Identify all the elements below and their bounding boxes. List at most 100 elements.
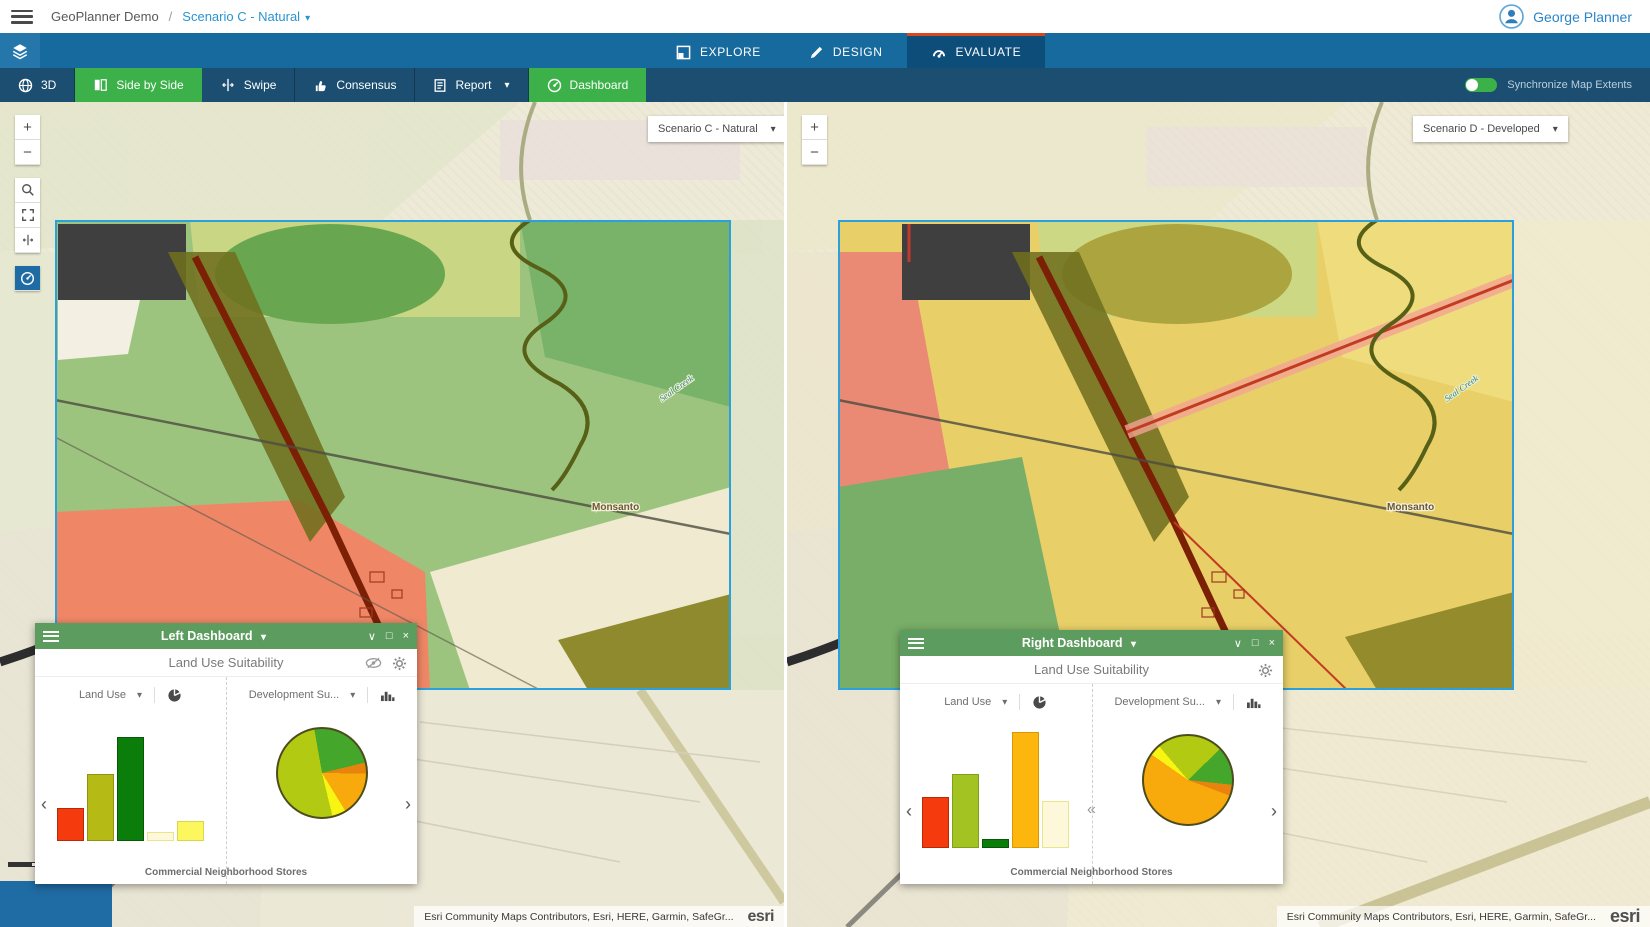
left-map-controls: + − [15, 115, 40, 291]
expand-arrows-icon [21, 208, 35, 222]
user-menu[interactable]: George Planner [1499, 0, 1632, 33]
widget-title-row: Land Use Suitability [900, 656, 1283, 684]
chevron-down-icon: ▾ [350, 690, 355, 701]
close-icon[interactable]: × [1269, 637, 1275, 650]
top-header: GeoPlanner Demo / Scenario C - Natural▾ … [0, 0, 1650, 33]
land-use-chart-panel: Land Use ▾ [900, 684, 1092, 884]
chart-type-selector[interactable]: Development Su... ▾ [249, 689, 356, 701]
search-icon [21, 183, 35, 197]
hand-icon [313, 78, 328, 93]
search-button[interactable] [15, 178, 40, 203]
layers-button[interactable] [0, 33, 40, 68]
right-map-attribution: Esri Community Maps Contributors, Esri, … [1277, 906, 1650, 927]
carousel-prev-arrow[interactable]: ‹ [41, 795, 47, 813]
development-suitability-chart-panel: Development Su... ▾ [226, 677, 417, 884]
zoom-in-button[interactable]: + [802, 115, 827, 140]
bar-chart-icon[interactable] [380, 689, 395, 702]
window-controls: ∨ □ × [368, 630, 409, 643]
land-use-bar-chart [57, 723, 204, 841]
consensus-button[interactable]: Consensus [295, 68, 415, 102]
primary-navbar: EXPLORE DESIGN EVALUATE [0, 33, 1650, 68]
maximize-icon[interactable]: □ [386, 630, 393, 643]
chevron-down-icon: ▾ [1131, 639, 1136, 650]
side-by-side-icon [93, 78, 108, 92]
maximize-icon[interactable]: □ [1252, 637, 1259, 650]
pencil-icon [809, 45, 824, 60]
swipe-button[interactable]: Swipe [202, 68, 296, 102]
pie-chart-icon[interactable] [1032, 695, 1047, 710]
right-scenario-selector[interactable]: Scenario D - Developed ▾ [1413, 116, 1568, 142]
report-icon [433, 78, 447, 93]
carousel-next-arrow[interactable]: › [1271, 802, 1277, 820]
pie-chart-icon[interactable] [167, 688, 182, 703]
carousel-next-arrow[interactable]: › [405, 795, 411, 813]
sync-toggle[interactable] [1465, 78, 1497, 92]
chart-type-selector[interactable]: Land Use ▾ [79, 689, 142, 701]
widget-title-row: Land Use Suitability [35, 649, 417, 677]
3d-button[interactable]: 3D [0, 68, 75, 102]
dashboard-menu-icon[interactable] [43, 631, 59, 642]
land-use-chart-panel: Land Use ▾ [35, 677, 226, 884]
bar-chart-icon[interactable] [1246, 696, 1261, 709]
scenario-breadcrumb-link[interactable]: Scenario C - Natural▾ [182, 9, 310, 24]
map-place-label: Monsanto [592, 502, 639, 513]
tab-explore[interactable]: EXPLORE [652, 33, 785, 68]
user-avatar-icon [1499, 4, 1524, 29]
user-name: George Planner [1533, 9, 1632, 25]
side-by-side-button[interactable]: Side by Side [75, 68, 201, 102]
left-dashboard-header: Left Dashboard ▾ ∨ □ × [35, 623, 417, 649]
left-map-attribution: Esri Community Maps Contributors, Esri, … [414, 906, 784, 927]
bottom-left-blue-region [0, 881, 112, 927]
development-suitability-pie-chart [1142, 734, 1234, 826]
carousel-prev-arrow[interactable]: ‹ [906, 802, 912, 820]
gear-icon[interactable] [392, 656, 407, 671]
layers-icon [11, 42, 29, 60]
close-icon[interactable]: × [403, 630, 409, 643]
attribution-text: Esri Community Maps Contributors, Esri, … [424, 911, 733, 923]
esri-logo: esri [1610, 906, 1640, 927]
chart-type-selector[interactable]: Land Use ▾ [944, 696, 1007, 708]
dashboard-menu-icon[interactable] [908, 638, 924, 649]
gear-icon[interactable] [1258, 663, 1273, 678]
development-suitability-pie-chart [276, 727, 368, 819]
chevron-down-icon: ▾ [1553, 124, 1558, 135]
dashboard-charts: Land Use ▾ Development Su... ▾ [35, 677, 417, 884]
chevron-down-icon: ▾ [137, 690, 142, 701]
chart-caption: Commercial Neighborhood Stores [900, 867, 1283, 878]
app-title: GeoPlanner Demo [51, 9, 159, 24]
zoom-out-button[interactable]: − [802, 140, 827, 165]
eye-slash-icon[interactable] [365, 657, 382, 669]
chart-type-selector[interactable]: Development Su... ▾ [1114, 696, 1221, 708]
right-dashboard-header: Right Dashboard ▾ ∨ □ × [900, 630, 1283, 656]
globe-icon [18, 78, 33, 93]
tab-design[interactable]: DESIGN [785, 33, 907, 68]
dashboard-title-dropdown[interactable]: Left Dashboard ▾ [59, 629, 368, 643]
development-suitability-chart-panel: Development Su... ▾ [1092, 684, 1284, 884]
chevron-down-icon: ▾ [261, 632, 266, 643]
hamburger-menu-icon[interactable] [11, 10, 33, 24]
widget-title: Land Use Suitability [1034, 662, 1149, 677]
esri-logo: esri [748, 908, 774, 926]
explore-map-icon [676, 45, 691, 60]
right-map-controls: + − [802, 115, 827, 165]
dashboard-button[interactable]: Dashboard [529, 68, 647, 102]
dashboard-title-dropdown[interactable]: Right Dashboard ▾ [924, 636, 1234, 650]
dashboard-toggle-button[interactable] [15, 266, 40, 291]
zoom-out-button[interactable]: − [15, 140, 40, 165]
left-scenario-selector[interactable]: Scenario C - Natural ▾ [648, 116, 784, 142]
compare-swipe-button[interactable] [15, 228, 40, 253]
swipe-arrows-icon [21, 233, 35, 247]
tab-evaluate[interactable]: EVALUATE [907, 33, 1046, 68]
chevron-down-icon: ▾ [771, 124, 776, 135]
dashboard-gauge-icon [20, 271, 35, 286]
zoom-in-button[interactable]: + [15, 115, 40, 140]
report-button[interactable]: Report ▾ [415, 68, 528, 102]
mode-tabs: EXPLORE DESIGN EVALUATE [652, 33, 1045, 68]
dashboard-gauge-icon [547, 78, 562, 93]
collapse-icon[interactable]: ∨ [1234, 637, 1242, 650]
swipe-icon [220, 78, 236, 92]
collapse-icon[interactable]: ∨ [368, 630, 376, 643]
full-extent-button[interactable] [15, 203, 40, 228]
carousel-collapse-arrow[interactable]: « [1087, 802, 1096, 818]
attribution-text: Esri Community Maps Contributors, Esri, … [1287, 911, 1596, 923]
